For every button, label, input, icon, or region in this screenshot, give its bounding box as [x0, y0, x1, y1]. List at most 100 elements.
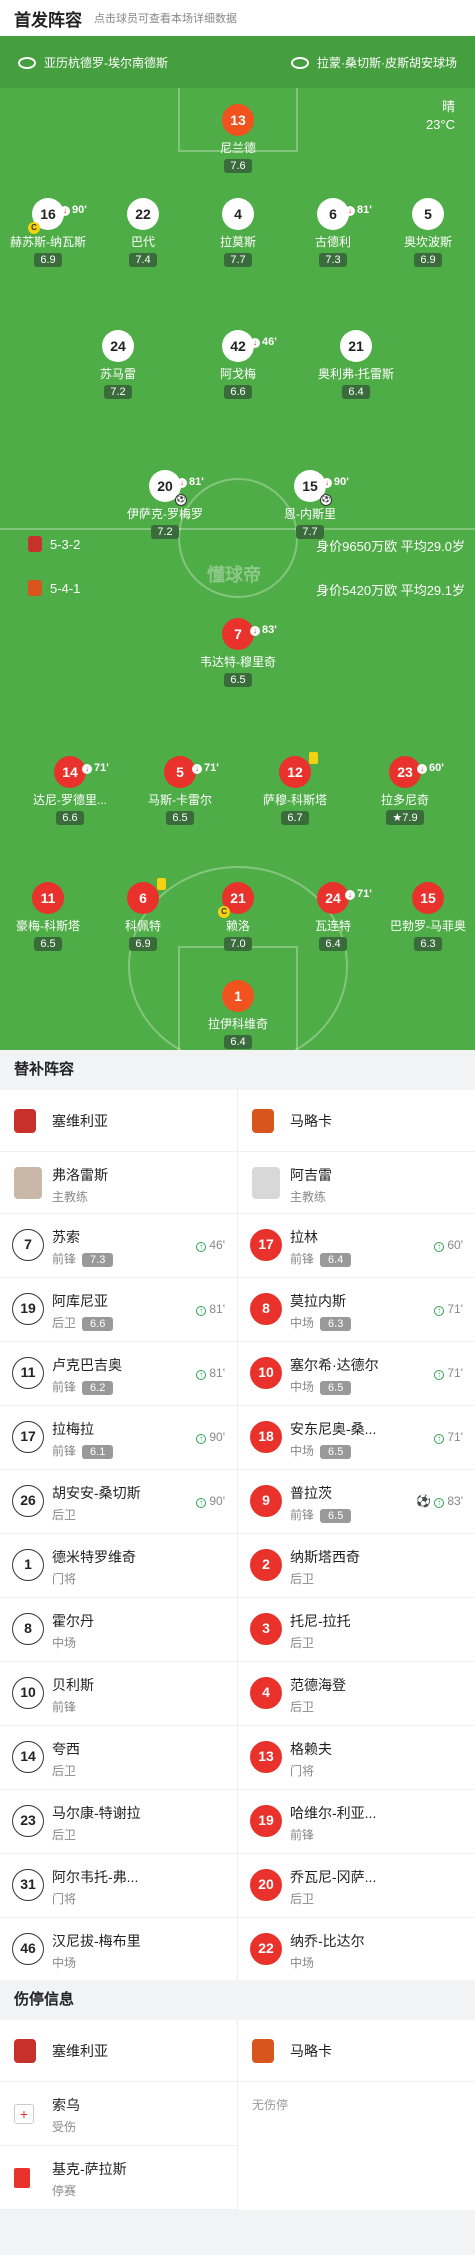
injury-icon: + — [14, 2104, 34, 2124]
sub-row[interactable]: 10 贝利斯 前锋 — [0, 1662, 237, 1726]
sub-row[interactable]: 13 格赖夫 门将 — [238, 1726, 475, 1790]
away-team-row[interactable]: 马略卡 — [238, 2020, 475, 2082]
sub-row[interactable]: 10 塞尔希·达德尔 中场 6.5 ↑ 71' — [238, 1342, 475, 1406]
sub-row[interactable]: 7 苏索 前锋 7.3 ↑ 46' — [0, 1214, 237, 1278]
sub-number: 1 — [12, 1549, 44, 1581]
injury-row[interactable]: 基克-萨拉斯 停赛 — [0, 2146, 237, 2210]
sub-position-text: 后卫 — [52, 1764, 77, 1778]
home-player[interactable]: 21 奥利弗-托雷斯 6.4 — [296, 330, 416, 400]
sub-row[interactable]: 18 安东尼奥-桑... 中场 6.5 ↑ 71' — [238, 1406, 475, 1470]
weather-condition: 晴 — [441, 99, 455, 114]
away-player[interactable]: 5 ↓ 71' 马斯-卡雷尔 6.5 — [120, 756, 240, 826]
player-number: 16 ↓ 90' C — [28, 198, 87, 234]
home-team-row[interactable]: 塞维利亚 — [0, 1090, 237, 1152]
sub-name: 汉尼拔-梅布里 — [52, 1933, 141, 1949]
sub-row[interactable]: 22 纳乔-比达尔 中场 — [238, 1918, 475, 1982]
sub-out-icon: ↓ — [250, 338, 260, 348]
player-rating: 6.6 — [56, 811, 84, 825]
away-team-row[interactable]: 马略卡 — [238, 1090, 475, 1152]
sub-name: 哈维尔-利亚... — [290, 1805, 377, 1821]
sub-position-text: 后卫 — [290, 1572, 315, 1586]
sub-row[interactable]: 19 哈维尔-利亚... 前锋 — [238, 1790, 475, 1854]
sub-in-indicator: ↑ 71' — [434, 1430, 463, 1444]
sub-in-time: 81' — [209, 1302, 225, 1316]
home-player[interactable]: 24 苏马雷 7.2 — [58, 330, 178, 400]
away-player[interactable]: 7 ↓ 83' 韦达特-穆里奇 6.5 — [178, 618, 298, 688]
sub-row[interactable]: 9 普拉茨 前锋 6.5 ⚽ ↑ 83' — [238, 1470, 475, 1534]
sub-time: 71' — [204, 762, 219, 774]
sub-time: 90' — [334, 476, 349, 488]
sub-row[interactable]: 8 莫拉内斯 中场 6.3 ↑ 71' — [238, 1278, 475, 1342]
sub-rating: 6.2 — [82, 1381, 114, 1395]
player-rating: 6.7 — [281, 811, 309, 825]
sub-row[interactable]: 17 拉林 前锋 6.4 ↑ 60' — [238, 1214, 475, 1278]
sub-row[interactable]: 19 阿库尼亚 后卫 6.6 ↑ 81' — [0, 1278, 237, 1342]
home-player[interactable]: 15 ↓ 90' ⚽ 恩-内斯里 7.7 — [250, 470, 370, 540]
home-team-name: 塞维利亚 — [52, 1112, 108, 1129]
sub-row[interactable]: 2 纳斯塔西奇 后卫 — [238, 1534, 475, 1598]
player-rating: 7.7 — [224, 253, 252, 267]
player-number: 6 — [127, 878, 166, 914]
sub-position-text: 后卫 — [52, 1508, 77, 1522]
sub-name: 贝利斯 — [52, 1677, 94, 1693]
player-number: 24 — [102, 330, 134, 362]
sub-number: 19 — [12, 1293, 44, 1325]
home-formation-text: 5-3-2 — [50, 536, 81, 552]
sub-row[interactable]: 23 马尔康-特谢拉 后卫 — [0, 1790, 237, 1854]
sub-number: 17 — [250, 1229, 282, 1261]
sub-row[interactable]: 31 阿尔韦托-弗... 门将 — [0, 1854, 237, 1918]
sub-position-text: 中场 — [290, 1444, 315, 1458]
player-name: 韦达特-穆里奇 — [200, 655, 276, 669]
sub-name: 纳斯塔西奇 — [290, 1549, 360, 1565]
sub-row[interactable]: 3 托尼-拉托 后卫 — [238, 1598, 475, 1662]
sub-row[interactable]: 11 卢克巴吉奥 前锋 6.2 ↑ 81' — [0, 1342, 237, 1406]
home-player[interactable]: 42 ↓ 46' 阿戈梅 6.6 — [178, 330, 298, 400]
sub-row[interactable]: 14 夸西 后卫 — [0, 1726, 237, 1790]
sub-out-icon: ↓ — [417, 764, 427, 774]
sub-number: 20 — [250, 1869, 282, 1901]
sub-position: 前锋 — [290, 1826, 314, 1843]
sub-row[interactable]: 1 德米特罗维奇 门将 — [0, 1534, 237, 1598]
sub-position: 中场 6.3 — [290, 1314, 352, 1331]
player-rating: 7.0 — [224, 937, 252, 951]
home-coach-row[interactable]: 弗洛雷斯 主教练 — [0, 1152, 237, 1214]
sub-number: 4 — [250, 1677, 282, 1709]
sub-row[interactable]: 4 范德海登 后卫 — [238, 1662, 475, 1726]
goal-ball-icon: ⚽ — [175, 494, 187, 506]
home-player[interactable]: 20 ↓ 81' ⚽ 伊萨克-罗梅罗 7.2 — [105, 470, 225, 540]
player-name: 拉伊科维奇 — [207, 1017, 268, 1031]
player-name: 阿戈梅 — [219, 367, 256, 381]
sub-time: 81' — [189, 476, 204, 488]
sub-in-icon: ↑ — [434, 1434, 445, 1444]
away-player[interactable]: 14 ↓ 71' 达尼-罗德里... 6.6 — [10, 756, 130, 826]
sub-in-icon: ↑ — [196, 1370, 207, 1380]
sub-number: 17 — [12, 1421, 44, 1453]
sub-row[interactable]: 26 胡安安-桑切斯 后卫 ↑ 90' — [0, 1470, 237, 1534]
home-player[interactable]: 5 奥坎波斯 6.9 — [368, 198, 475, 268]
sub-name: 德米特罗维奇 — [52, 1549, 136, 1565]
away-player[interactable]: 1 拉伊科维奇 6.4 — [178, 980, 298, 1050]
sub-out-indicator: ↓ 83' — [250, 614, 277, 646]
mallorca-badge-icon — [252, 2038, 274, 2063]
sub-position: 前锋 — [52, 1698, 76, 1715]
player-number: 14 ↓ 71' — [54, 756, 109, 788]
home-team-name: 塞维利亚 — [52, 2042, 108, 2059]
sub-position-text: 前锋 — [290, 1828, 315, 1842]
home-player[interactable]: 13 尼兰德 7.6 — [178, 104, 298, 174]
away-player[interactable]: 15 巴勃罗-马菲奥 6.3 — [368, 882, 475, 952]
sub-position-text: 门将 — [290, 1764, 315, 1778]
away-player[interactable]: 23 ↓ 60' 拉多尼奇 ★7.9 — [345, 756, 465, 826]
sub-row[interactable]: 46 汉尼拔-梅布里 中场 — [0, 1918, 237, 1982]
player-name: 奥利弗-托雷斯 — [318, 367, 394, 381]
home-team-row[interactable]: 塞维利亚 — [0, 2020, 237, 2082]
injury-row[interactable]: + 索乌 受伤 — [0, 2082, 237, 2146]
sub-position: 前锋 6.4 — [290, 1250, 352, 1267]
sub-row[interactable]: 20 乔瓦尼-冈萨... 后卫 — [238, 1854, 475, 1918]
sub-position: 中场 6.5 — [290, 1442, 352, 1459]
away-coach-row[interactable]: 阿吉雷 主教练 — [238, 1152, 475, 1214]
red-card-icon — [14, 2168, 30, 2188]
sub-row[interactable]: 8 霍尔丹 中场 — [0, 1598, 237, 1662]
away-player[interactable]: 12 萨穆-科斯塔 6.7 — [235, 752, 355, 826]
player-rating: 6.4 — [342, 385, 370, 399]
sub-row[interactable]: 17 拉梅拉 前锋 6.1 ↑ 90' — [0, 1406, 237, 1470]
